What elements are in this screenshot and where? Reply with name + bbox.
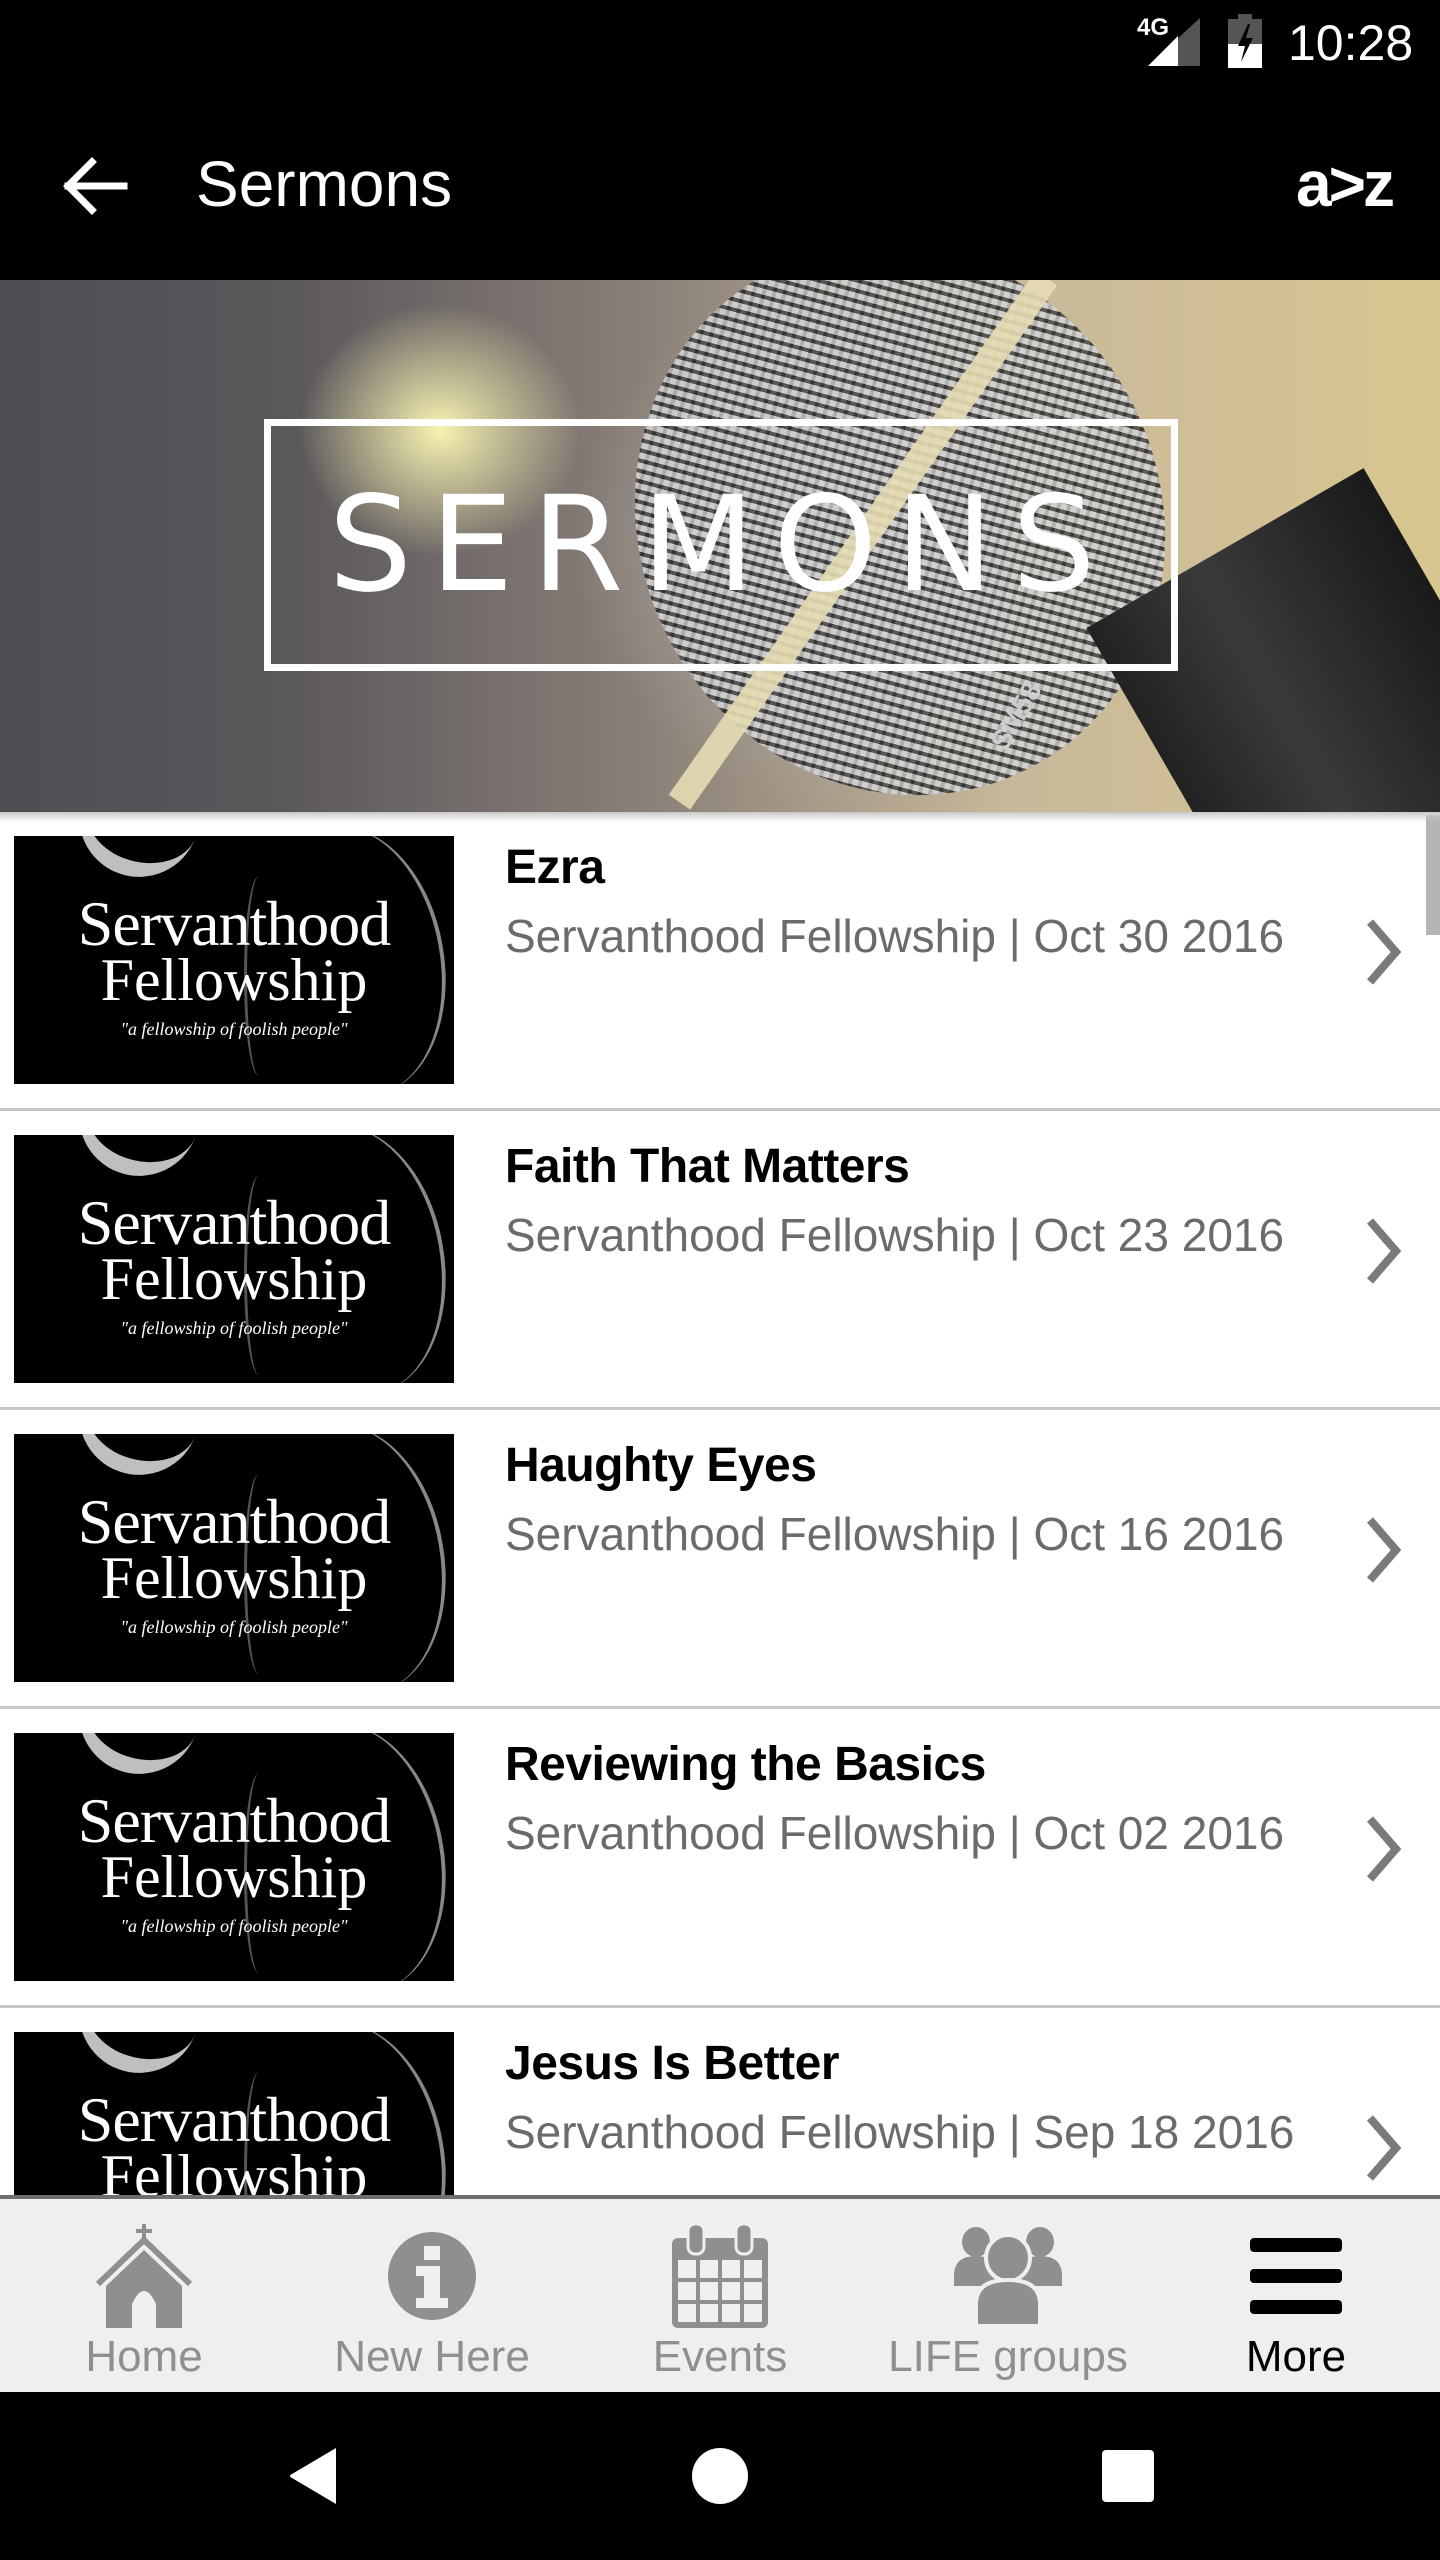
calendar-icon <box>665 2221 775 2331</box>
sermon-title: Haughty Eyes <box>505 1439 817 1492</box>
chevron-right-icon <box>1366 1218 1402 1284</box>
sort-az-button[interactable]: a>z <box>1296 142 1395 226</box>
tab-new-here[interactable]: New Here <box>288 2199 576 2392</box>
tab-label: Home <box>85 2332 203 2381</box>
tab-label: More <box>1245 2332 1347 2381</box>
sermon-title: Faith That Matters <box>505 1140 910 1193</box>
page-title: Sermons <box>196 148 453 220</box>
chevron-right-icon <box>1366 1816 1402 1882</box>
sermon-subtitle: Servanthood Fellowship | Sep 18 2016 <box>505 2106 1295 2158</box>
sermon-list-item[interactable]: Servanthood Fellowship "a fellowship of … <box>0 812 1440 1111</box>
system-back-icon[interactable] <box>282 2444 346 2508</box>
logo-swoosh <box>62 1733 206 1791</box>
sermon-list-item[interactable]: Servanthood Fellowship "a fellowship of … <box>0 1709 1440 2008</box>
logo-line-2: Fellowship <box>100 1545 368 1611</box>
chevron-right-icon <box>1366 2115 1402 2181</box>
sermon-subtitle: Servanthood Fellowship | Oct 30 2016 <box>505 910 1285 962</box>
logo-swoosh <box>62 2032 206 2090</box>
logo-tagline: "a fellowship of foolish people" <box>120 1617 348 1637</box>
sermon-subtitle: Servanthood Fellowship | Oct 23 2016 <box>505 1209 1285 1261</box>
clock: 10:28 <box>1288 15 1414 71</box>
logo-line-2: Fellowship <box>100 1844 368 1910</box>
scrollbar[interactable] <box>1426 815 1440 935</box>
sermons-banner: SM58 SERMONS <box>0 280 1440 812</box>
sermon-list[interactable]: Servanthood Fellowship "a fellowship of … <box>0 812 1440 2195</box>
info-icon <box>377 2221 487 2331</box>
logo-tagline: "a fellowship of foolish people" <box>120 1019 348 1039</box>
church-icon <box>89 2221 199 2331</box>
sermon-thumbnail: Servanthood Fellowship "a fellowship of … <box>14 1135 454 1383</box>
sermon-title: Jesus Is Better <box>505 2037 840 2090</box>
sermon-list-item[interactable]: Servanthood Fellowship "a fellowship of … <box>0 2008 1440 2195</box>
logo-swoosh <box>62 836 206 894</box>
sermon-title: Reviewing the Basics <box>505 1738 986 1791</box>
logo-tagline: "a fellowship of foolish people" <box>120 1318 348 1338</box>
system-navigation-bar <box>0 2392 1440 2560</box>
battery-charging-icon <box>1228 14 1262 68</box>
logo-line-2: Fellowship <box>100 2143 368 2195</box>
status-bar: 4G 10:28 <box>0 0 1440 92</box>
sermon-subtitle: Servanthood Fellowship | Oct 16 2016 <box>505 1508 1285 1560</box>
logo-line-2: Fellowship <box>100 1246 368 1312</box>
bottom-navigation: Home New Here Events LIFE groups More <box>0 2195 1440 2392</box>
logo-line-2: Fellowship <box>100 947 368 1013</box>
sermon-list-item[interactable]: Servanthood Fellowship "a fellowship of … <box>0 1111 1440 1410</box>
sermon-thumbnail: Servanthood Fellowship "a fellowship of … <box>14 836 454 1084</box>
signal-icon <box>1148 18 1200 66</box>
tab-more[interactable]: More <box>1152 2199 1440 2392</box>
sermon-subtitle: Servanthood Fellowship | Oct 02 2016 <box>505 1807 1285 1859</box>
app-bar: Sermons a>z <box>0 92 1440 280</box>
logo-swoosh <box>62 1135 206 1193</box>
sermon-title: Ezra <box>505 841 605 894</box>
chevron-right-icon <box>1366 1517 1402 1583</box>
tab-life-groups[interactable]: LIFE groups <box>864 2199 1152 2392</box>
tab-home[interactable]: Home <box>0 2199 288 2392</box>
logo-tagline: "a fellowship of foolish people" <box>120 1916 348 1936</box>
logo-swoosh <box>62 1434 206 1492</box>
group-icon <box>953 2221 1063 2331</box>
banner-title: SERMONS <box>328 468 1114 622</box>
tab-label: LIFE groups <box>888 2332 1128 2381</box>
tab-label: Events <box>652 2332 788 2381</box>
system-recents-icon[interactable] <box>1096 2444 1160 2508</box>
tab-events[interactable]: Events <box>576 2199 864 2392</box>
sermon-thumbnail: Servanthood Fellowship "a fellowship of … <box>14 1733 454 1981</box>
system-home-icon[interactable] <box>688 2444 752 2508</box>
chevron-right-icon <box>1366 919 1402 985</box>
menu-icon <box>1241 2221 1351 2331</box>
sermon-thumbnail: Servanthood Fellowship "a fellowship of … <box>14 2032 454 2195</box>
tab-label: New Here <box>334 2332 530 2381</box>
back-arrow-icon[interactable] <box>58 148 134 224</box>
sermon-thumbnail: Servanthood Fellowship "a fellowship of … <box>14 1434 454 1682</box>
sermon-list-item[interactable]: Servanthood Fellowship "a fellowship of … <box>0 1410 1440 1709</box>
